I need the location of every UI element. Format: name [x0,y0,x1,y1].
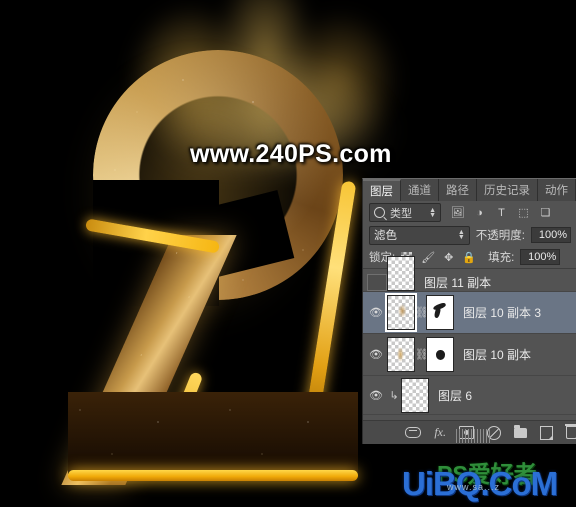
chevron-updown-icon-blend: ▲ ▼ [457,229,465,241]
tab-actions[interactable]: 动作 [538,179,576,201]
table-row[interactable]: 👁 ⛓ 图层 10 副本 [363,334,576,376]
clipping-mask-icon: ↳ [389,389,399,402]
mask-shape-tail [433,306,442,319]
table-row[interactable]: 👁 ↳ 图层 6 [363,376,576,415]
fill-label: 填充: [488,252,515,264]
opacity-label: 不透明度: [475,230,525,242]
tab-paths[interactable]: 路径 [439,179,477,201]
layer-visibility-toggle[interactable]: 👁 [365,389,387,402]
table-row[interactable]: 图层 11 副本 [363,256,576,292]
layer-mask-thumbnail[interactable] [426,337,454,372]
layer-mask-thumbnail[interactable] [426,295,454,330]
layer-list: 图层 11 副本 👁 ⛓ 图层 10 副本 3 👁 ⛓ 图层 10 副本 👁 ↳… [363,256,576,415]
eye-placeholder-icon [367,274,387,291]
fill-value[interactable]: 100% [520,249,561,265]
tab-channels[interactable]: 通道 [401,179,439,201]
layer-name[interactable]: 图层 10 副本 [454,346,531,363]
adjustment-filter-icon[interactable]: ◑ [473,206,486,219]
glitter-grain-overlay-base [68,392,358,474]
layer-name[interactable]: 图层 10 副本 3 [454,304,541,321]
filter-kind-dropdown[interactable]: 类型 ▲ ▼ [369,203,441,222]
blend-mode-value: 滤色 [374,230,397,242]
eye-icon: 👁 [369,307,383,319]
mask-link-icon[interactable]: ⛓ [415,348,429,361]
mask-link-icon[interactable]: ⛓ [415,306,429,319]
filter-kind-label: 类型 [390,207,412,220]
thumbnail-art [388,296,414,329]
layer-style-fx-icon[interactable]: fx. [434,425,446,440]
image-filter-icon[interactable]: 🖼 [451,206,465,219]
delete-layer-icon[interactable] [565,424,576,440]
resize-grip[interactable] [456,429,490,443]
shape-filter-icon[interactable]: ⬚ [517,206,530,219]
tab-history[interactable]: 历史记录 [477,179,538,201]
thumbnail-art [388,338,414,371]
search-icon [374,207,385,218]
layer-thumbnail[interactable] [387,256,415,291]
layer-visibility-toggle[interactable]: 👁 [365,348,387,361]
layers-bottom-toolbar: fx. [363,420,576,444]
new-group-icon[interactable] [514,424,527,440]
brush-lock-icon[interactable]: 🖌 [421,251,435,264]
chevron-updown-icon: ▲ ▼ [429,206,436,219]
panel-tab-bar: 图层 通道 路径 历史记录 动作 [363,179,576,201]
tab-layers[interactable]: 图层 [363,179,401,201]
layer-visibility-toggle[interactable] [365,274,387,291]
screenshot-root: www.240PS.com 图层 通道 路径 历史记录 动作 类型 ▲ ▼ 🖼 ◑… [0,0,576,507]
table-row[interactable]: 👁 ⛓ 图层 10 副本 3 [363,292,576,334]
layer-thumbnail[interactable] [387,337,415,372]
layer-filter-row: 类型 ▲ ▼ 🖼 ◑ T ⬚ ❏ [363,201,576,224]
gold-base-bar [68,470,358,481]
type-filter-icon[interactable]: T [495,206,508,219]
new-layer-icon[interactable] [540,425,553,440]
layer-thumbnail[interactable] [401,377,429,413]
eye-icon: 👁 [369,389,383,402]
filter-icon-group: 🖼 ◑ T ⬚ ❏ [451,206,552,220]
blend-mode-select[interactable]: 滤色 ▲ ▼ [369,225,470,245]
smart-object-filter-icon[interactable]: ❏ [539,206,552,219]
eye-icon: 👁 [369,349,383,361]
layer-thumbnail[interactable] [385,293,417,332]
two-base-slab [68,392,358,474]
blend-mode-row: 滤色 ▲ ▼ 不透明度: 100% [363,224,576,246]
layer-visibility-toggle[interactable]: 👁 [365,306,387,319]
link-layers-icon[interactable] [405,426,422,440]
move-lock-icon[interactable]: ✥ [444,251,453,264]
watermark-bottom-sub: www.sa...z [447,482,501,492]
layer-name[interactable]: 图层 6 [429,387,472,404]
layers-panel: 图层 通道 路径 历史记录 动作 类型 ▲ ▼ 🖼 ◑ T ⬚ ❏ 滤色 ▲ ▼… [362,178,576,444]
opacity-value[interactable]: 100% [531,227,571,243]
watermark-top: www.240PS.com [190,140,392,168]
mask-shape [436,350,445,360]
all-lock-icon[interactable]: 🔒 [462,251,476,264]
layer-name[interactable]: 图层 11 副本 [415,274,491,291]
